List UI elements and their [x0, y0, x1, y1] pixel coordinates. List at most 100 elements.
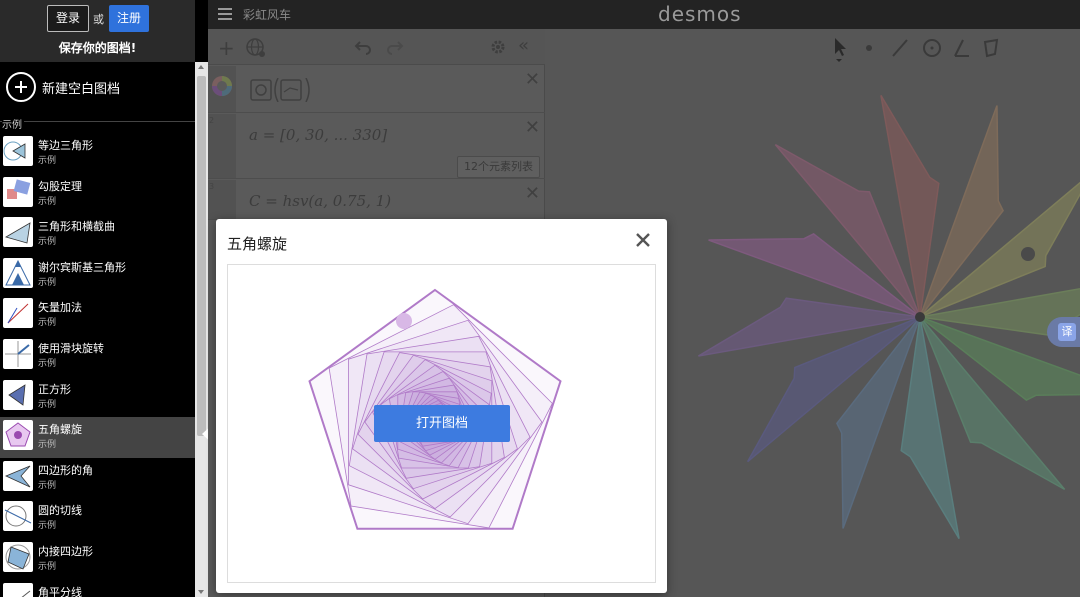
delete-expression-icon[interactable]: ✕	[525, 183, 540, 204]
login-button[interactable]: 登录	[47, 5, 89, 32]
example-thumbnail	[3, 176, 33, 207]
segment-tool-icon[interactable]	[892, 39, 908, 57]
undo-icon[interactable]	[354, 39, 372, 55]
example-item[interactable]: 内接四边形 示例	[0, 539, 195, 580]
expression-text[interactable]: C = hsv(a, 0.75, 1)	[249, 192, 391, 210]
sidebar: 登录 或 注册 保存你的图档! 新建空白图档 示例 等边三角形 示例 勾股定理 示例三…	[0, 0, 208, 597]
example-subtitle: 示例	[38, 480, 57, 491]
collapse-panel-icon[interactable]: «	[518, 35, 529, 56]
example-item[interactable]: 三角形和横截曲 示例	[0, 214, 195, 255]
point-tool-icon[interactable]	[866, 45, 872, 51]
example-title: 五角螺旋	[38, 423, 82, 437]
open-graph-button[interactable]: 打开图档	[374, 405, 510, 442]
example-thumbnail	[3, 257, 33, 288]
example-title: 谢尔宾斯基三角形	[38, 260, 126, 274]
example-title: 圆的切线	[38, 504, 82, 518]
example-item[interactable]: 四边形的角 示例	[0, 458, 195, 499]
scrollbar-thumb[interactable]	[197, 76, 206, 436]
example-subtitle: 示例	[38, 196, 57, 207]
expression-text[interactable]: a = [0, 30, ... 330]	[249, 126, 387, 144]
example-thumbnail	[3, 379, 33, 410]
close-icon[interactable]	[634, 231, 652, 249]
pinwheel-blade	[880, 95, 940, 318]
scroll-up-arrow-icon[interactable]	[198, 65, 204, 69]
delete-expression-icon[interactable]: ✕	[525, 69, 540, 90]
example-preview-modal: 五角螺旋 打开图档	[216, 219, 667, 593]
example-title: 勾股定理	[38, 179, 82, 193]
draggable-point[interactable]	[1021, 247, 1035, 261]
example-subtitle: 示例	[38, 561, 57, 572]
example-title: 角平分线	[38, 585, 82, 597]
add-expression-icon[interactable]: +	[218, 36, 235, 60]
example-item[interactable]: 正方形 示例	[0, 377, 195, 418]
example-subtitle: 示例	[38, 521, 57, 532]
example-subtitle: 示例	[38, 358, 57, 369]
gear-icon[interactable]	[490, 39, 506, 55]
example-subtitle: 示例	[38, 156, 57, 166]
example-item[interactable]: 角平分线示例	[0, 580, 195, 597]
polygon-tool-icon[interactable]	[983, 38, 999, 58]
save-prompt: 保存你的图档!	[58, 41, 137, 55]
example-item[interactable]: 谢尔宾斯基三角形 示例	[0, 255, 195, 296]
circle-tool-icon[interactable]	[923, 39, 941, 57]
example-subtitle: 示例	[38, 399, 57, 410]
expression-number: 3	[209, 182, 215, 191]
examples-section-label: 示例	[2, 116, 24, 131]
example-thumbnail	[3, 582, 33, 597]
example-subtitle: 示例	[38, 440, 57, 451]
top-header: 彩虹风车 desmos	[208, 0, 1080, 29]
example-thumbnail	[3, 460, 33, 491]
example-title: 矢量加法	[38, 301, 82, 315]
example-title: 使用滑块旋转	[38, 341, 104, 355]
pointer-tool-icon[interactable]	[835, 38, 846, 62]
example-subtitle: 示例	[38, 277, 57, 288]
pinwheel-blade	[698, 297, 921, 357]
example-item[interactable]: 圆的切线 示例	[0, 498, 195, 539]
auth-panel: 登录 或 注册 保存你的图档!	[0, 0, 195, 62]
graph-title[interactable]: 彩虹风车	[243, 6, 291, 23]
pinwheel-blade	[900, 316, 960, 539]
spiral-handle-point	[396, 313, 412, 329]
translate-icon: 译	[1058, 323, 1076, 341]
example-thumbnail	[3, 338, 33, 369]
new-graph-label: 新建空白图档	[42, 82, 121, 97]
example-thumbnail	[3, 501, 33, 532]
example-title: 内接四边形	[38, 544, 93, 558]
new-blank-graph-button[interactable]: 新建空白图档	[0, 66, 195, 110]
example-subtitle: 示例	[38, 318, 57, 329]
example-item[interactable]: 五角螺旋 示例	[0, 417, 195, 458]
scroll-down-arrow-icon[interactable]	[198, 590, 204, 594]
graph-preview[interactable]: 打开图档	[227, 264, 656, 583]
expression-row-3[interactable]: 3 C = hsv(a, 0.75, 1) ✕	[208, 180, 545, 220]
expression-row-1[interactable]: ✕	[208, 66, 545, 113]
pinwheel-center-point[interactable]	[915, 312, 925, 322]
expression-toolbar: + «	[208, 29, 545, 65]
hamburger-menu-icon[interactable]	[218, 8, 232, 20]
example-thumbnail	[3, 420, 33, 451]
delete-expression-icon[interactable]: ✕	[525, 117, 540, 138]
color-wheel-icon[interactable]	[210, 74, 234, 98]
section-divider	[0, 121, 195, 122]
example-title: 等边三角形	[38, 139, 93, 152]
example-list: 等边三角形 示例 勾股定理 示例 三角形和横截曲 示例 谢尔宾斯基三角形 示例 矢量加法 示例 使用…	[0, 133, 195, 597]
example-title: 四边形的角	[38, 463, 93, 477]
example-thumbnail	[3, 217, 33, 248]
example-item[interactable]: 等边三角形 示例	[0, 133, 195, 174]
angle-tool-icon[interactable]	[954, 39, 969, 57]
register-button[interactable]: 注册	[109, 5, 149, 32]
graph-tools-toolbar	[835, 38, 999, 62]
graph-settings-globe-icon[interactable]	[244, 36, 268, 60]
desmos-logo: desmos	[658, 2, 742, 26]
example-item[interactable]: 使用滑块旋转 示例	[0, 336, 195, 377]
example-item[interactable]: 勾股定理 示例	[0, 174, 195, 215]
image-placeholder-icons	[250, 78, 310, 102]
sidebar-scrollbar[interactable]	[195, 62, 208, 597]
list-length-badge: 12个元素列表	[457, 156, 540, 178]
example-subtitle: 示例	[38, 237, 57, 248]
example-title: 正方形	[38, 382, 71, 396]
redo-icon[interactable]	[386, 39, 404, 55]
example-item[interactable]: 矢量加法 示例	[0, 295, 195, 336]
translate-button[interactable]: 译	[1047, 317, 1080, 347]
example-title: 三角形和横截曲	[38, 220, 115, 234]
modal-title: 五角螺旋	[227, 235, 288, 253]
